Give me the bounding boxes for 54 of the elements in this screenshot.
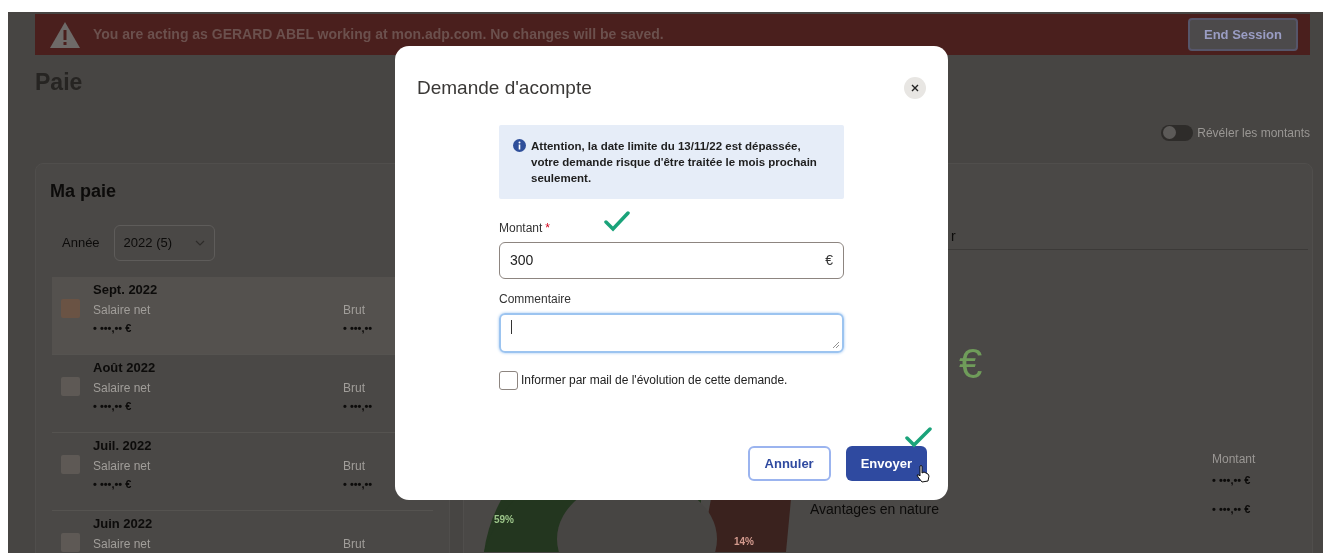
amount-label: Salaire net — [93, 457, 152, 475]
amount-field[interactable]: 300 € — [499, 241, 844, 279]
warning-icon — [49, 20, 81, 49]
masked-amount: • •••,•• € — [93, 476, 133, 492]
month-label: Sept. 2022 — [93, 280, 159, 299]
amount-label: Salaire net — [93, 535, 152, 553]
toggle-label: Révéler les montants — [1197, 124, 1310, 142]
amount-label: Brut — [343, 457, 366, 475]
month-label: Juil. 2022 — [93, 436, 153, 455]
hand-cursor-icon — [916, 465, 930, 483]
end-session-button[interactable]: End Session — [1187, 18, 1298, 51]
year-value: 2022 (5) — [123, 233, 172, 252]
alert-message: Attention, la date limite du 13/11/22 est dépassée, votre demande risque d'être traitée le mois prochain seulement. — [531, 138, 818, 186]
currency-suffix: € — [825, 250, 833, 270]
close-button[interactable] — [904, 77, 926, 100]
reveal-toggle[interactable] — [1161, 124, 1194, 141]
masked-amount: • •••,•• — [343, 320, 373, 336]
chevron-down-icon — [194, 239, 205, 246]
masked-amount: • •••,•• — [343, 398, 373, 414]
year-label: Année — [62, 233, 100, 252]
masked-amount: • •••,•• — [343, 476, 373, 492]
amount-label: Salaire net — [93, 301, 152, 319]
modal-title: Demande d'acompte — [417, 76, 592, 100]
card-title: Ma paie — [50, 179, 118, 203]
tab-label[interactable]: r — [951, 225, 956, 247]
checkbox-label: Informer par mail de l'évolution de cette demande. — [521, 372, 788, 389]
amount-label: Brut — [343, 379, 366, 397]
close-icon — [911, 84, 919, 93]
checkbox[interactable] — [499, 370, 518, 390]
column-header: Montant — [1212, 450, 1256, 468]
cancel-button[interactable]: Annuler — [747, 446, 831, 481]
amount-label: Brut — [343, 301, 366, 319]
chart-label: 14% — [734, 534, 754, 549]
comment-field[interactable] — [499, 312, 844, 353]
month-label: Août 2022 — [93, 358, 157, 377]
checkmark-icon — [905, 426, 932, 448]
field-label: Commentaire — [499, 290, 573, 308]
amount-label: Brut — [343, 535, 365, 553]
required-mark: * — [545, 219, 551, 237]
submit-button[interactable]: Envoyer — [845, 446, 927, 481]
masked-amount: • •••,•• € — [1212, 501, 1251, 517]
checkmark-icon — [604, 210, 630, 232]
masked-amount: • •••,•• € — [1212, 472, 1251, 488]
resize-handle-icon[interactable] — [832, 340, 839, 348]
amount-currency: € — [959, 338, 983, 389]
info-icon — [513, 138, 526, 152]
month-label: Juin 2022 — [93, 514, 154, 533]
masked-amount: • •••,•• € — [93, 320, 133, 336]
year-select[interactable]: 2022 (5) — [113, 224, 215, 261]
field-label: Montant — [499, 219, 543, 237]
amount-label: Salaire net — [93, 379, 152, 397]
masked-amount: • •••,•• € — [93, 398, 133, 414]
chart-label: 59% — [494, 512, 514, 527]
row-label: Avantages en nature — [810, 499, 939, 519]
